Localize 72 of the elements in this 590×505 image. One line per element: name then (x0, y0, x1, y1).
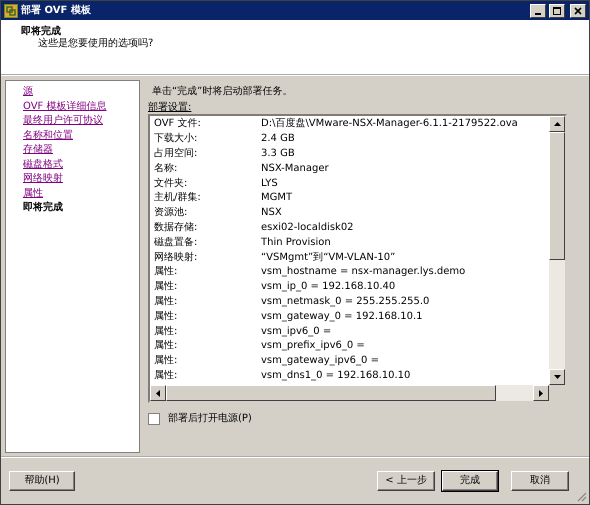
setting-name: 属性: (154, 281, 178, 294)
settings-label: 部署设置: (148, 102, 192, 114)
cancel-button[interactable]: 取消 (511, 471, 569, 491)
setting-value: MGMT (261, 192, 292, 204)
setting-name: 占用空间: (154, 148, 198, 160)
scroll-right-icon[interactable] (533, 385, 549, 401)
setting-value: vsm_hostname = nsx-manager.lys.demo (261, 266, 466, 278)
setting-value: vsm_dns1_0 = 192.168.10.10 (261, 370, 410, 382)
step-link[interactable]: 磁盘格式 (23, 158, 139, 172)
scroll-left-icon[interactable] (150, 385, 166, 401)
minimize-button[interactable] (530, 4, 546, 18)
setting-name: 属性: (154, 296, 178, 308)
help-button[interactable]: 帮助(H) (9, 471, 75, 491)
close-icon (573, 6, 583, 16)
setting-value: vsm_gateway_ipv6_0 = (261, 355, 379, 368)
setting-value: NSX (261, 207, 282, 220)
setting-name: 属性: (154, 310, 178, 323)
horizontal-scrollbar[interactable] (150, 385, 565, 401)
setting-name: 下载大小: (154, 133, 198, 146)
setting-name: 数据存储: (154, 222, 198, 234)
setting-name: 属性: (154, 326, 178, 338)
setting-value: “VSMgmt”到“VM-VLAN-10” (261, 252, 396, 264)
setting-value: NSX-Manager (261, 162, 329, 175)
power-on-checkbox[interactable] (148, 413, 160, 425)
page-subtitle: 这些是您要使用的选项吗? (37, 38, 154, 50)
back-button[interactable]: < 上一步 (377, 471, 435, 491)
setting-value: esxi02-localdisk02 (261, 222, 354, 234)
close-button[interactable] (570, 4, 586, 18)
scroll-up-icon[interactable] (549, 116, 565, 132)
setting-name: 网络映射: (154, 252, 198, 264)
setting-value: vsm_gateway_0 = 192.168.10.1 (261, 310, 423, 323)
setting-value: vsm_ipv6_0 = (261, 326, 332, 338)
checkbox-label: 部署后打开电源(P) (168, 413, 252, 425)
setting-name: 属性: (154, 340, 178, 352)
step-link[interactable]: 源 (23, 85, 139, 100)
setting-name: 属性: (154, 370, 178, 382)
vertical-scrollbar[interactable] (549, 116, 565, 385)
instruction-text: 单击“完成”时将启动部署任务。 (151, 86, 294, 98)
setting-name: 主机/群集: (154, 192, 202, 204)
finish-button[interactable]: 完成 (442, 471, 498, 491)
step-link[interactable]: 网络映射 (23, 172, 139, 186)
setting-value: vsm_prefix_ipv6_0 = (261, 340, 365, 352)
setting-name: 磁盘置备: (154, 236, 198, 249)
step-link[interactable]: 名称和位置 (23, 128, 139, 143)
minimize-icon (535, 12, 541, 14)
app-icon (4, 4, 18, 18)
setting-value: D:\百度盘\VMware-NSX-Manager-6.1.1-2179522.ova (261, 118, 518, 130)
current-step[interactable]: 即将完成 (23, 201, 139, 216)
setting-name: 资源池: (154, 207, 188, 220)
step-link[interactable]: OVF 模板详细信息 (23, 100, 139, 114)
resize-grip-icon (577, 492, 587, 502)
scroll-thumb[interactable] (166, 385, 496, 401)
page-title: 即将完成 (21, 26, 62, 38)
maximize-button[interactable] (549, 4, 565, 18)
scroll-thumb[interactable] (549, 132, 565, 260)
setting-name: 属性: (154, 266, 178, 278)
setting-value: 3.3 GB (261, 148, 295, 160)
step-link[interactable]: 最终用户许可协议 (23, 114, 139, 128)
setting-value: 2.4 GB (261, 133, 295, 146)
window-title: 部署 OVF 模板 (21, 4, 92, 16)
step-link[interactable]: 属性 (23, 186, 139, 201)
setting-value: vsm_ip_0 = 192.168.10.40 (261, 281, 396, 294)
setting-name: 名称: (154, 162, 178, 175)
setting-value: vsm_netmask_0 = 255.255.255.0 (261, 296, 430, 308)
step-link[interactable]: 存储器 (23, 143, 139, 158)
setting-name: 文件夹: (154, 178, 188, 190)
scroll-down-icon[interactable] (549, 369, 565, 385)
setting-name: OVF 文件: (154, 118, 202, 130)
setting-value: Thin Provision (261, 236, 331, 249)
maximize-icon (552, 6, 562, 16)
setting-name: 属性: (154, 355, 178, 368)
setting-value: LYS (261, 178, 278, 190)
